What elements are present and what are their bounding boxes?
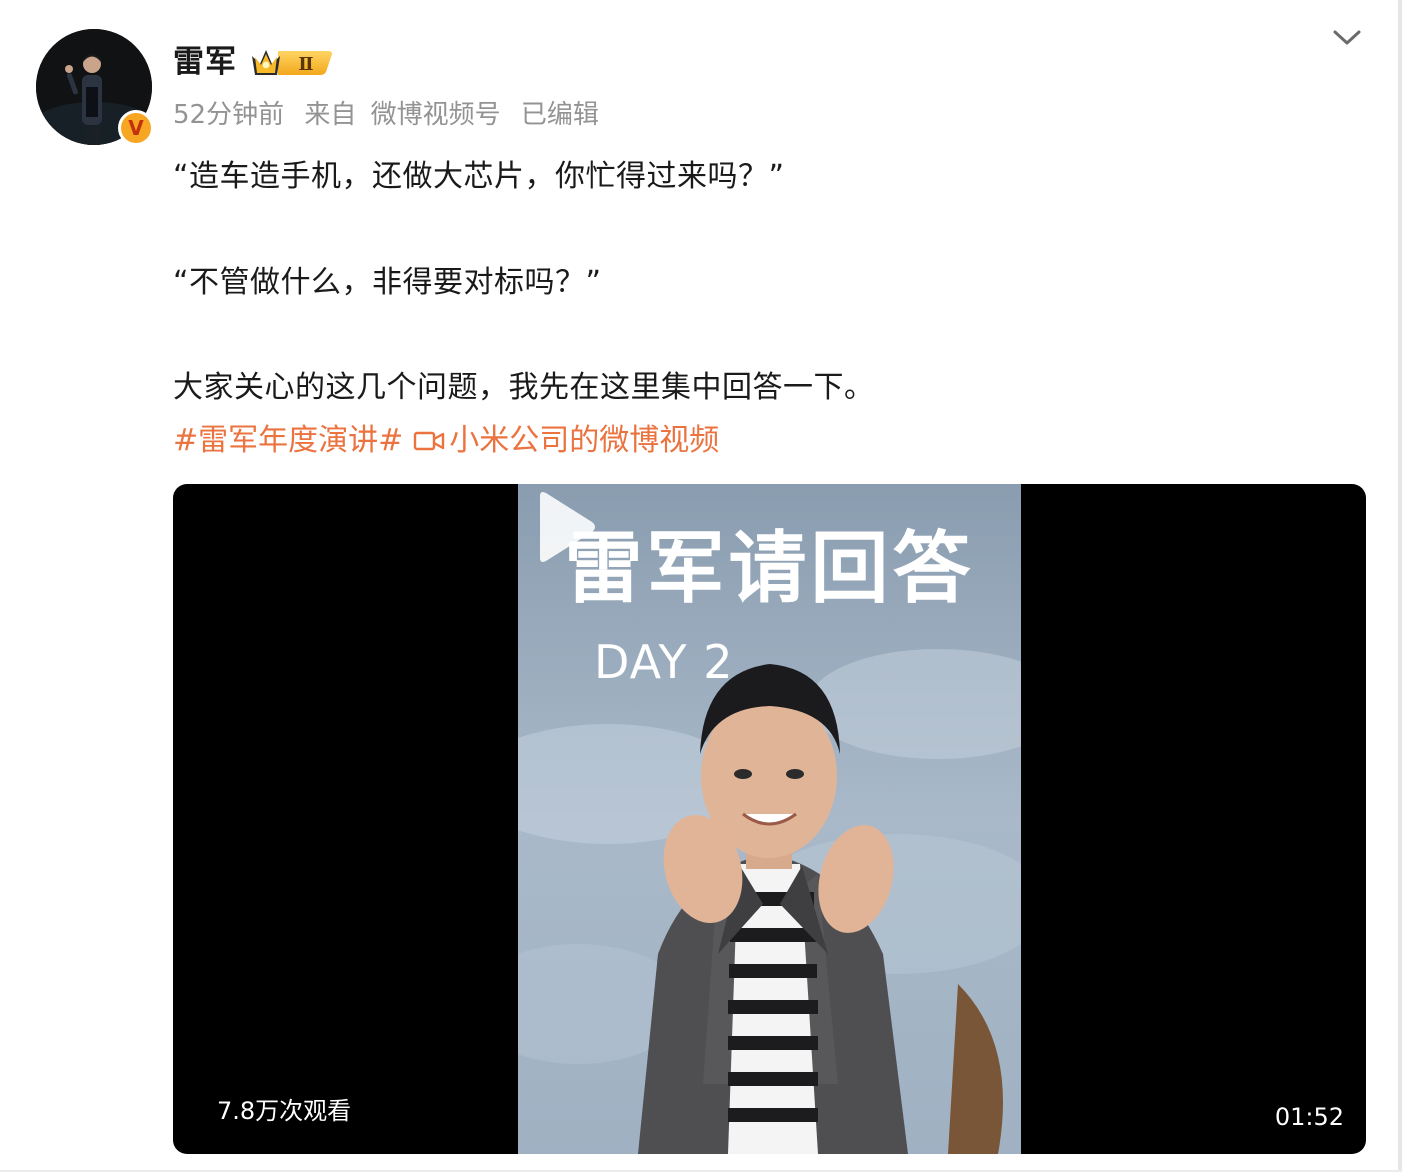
video-camera-icon	[414, 431, 445, 451]
post-text-line-1: “造车造手机，还做大芯片，你忙得过来吗？”	[173, 159, 785, 194]
post-text-line-2: “不管做什么，非得要对标吗？”	[173, 265, 602, 300]
video-player[interactable]: 雷军请回答 DAY 2 7.8万次观看 01:52	[173, 484, 1366, 1154]
post-text-line-3: 大家关心的这几个问题，我先在这里集中回答一下。	[173, 370, 875, 405]
scrollbar-track	[1398, 0, 1402, 1172]
weibo-post-card: V 雷军 Ⅱ 52分钟前 来自 微博视频号 已编辑 “造车造手机，还做大芯片，你…	[0, 0, 1402, 1172]
post-meta: 52分钟前 来自 微博视频号 已编辑	[173, 96, 611, 134]
video-thumbnail: 雷军请回答 DAY 2	[518, 484, 1021, 1154]
source-prefix: 来自	[304, 100, 357, 130]
video-source-link[interactable]: 小米公司的微博视频	[449, 420, 719, 462]
chevron-down-icon[interactable]	[1328, 24, 1366, 52]
video-duration: 01:52	[1274, 1103, 1344, 1131]
play-icon[interactable]	[518, 484, 604, 570]
hashtag-link[interactable]: #雷军年度演讲#	[173, 420, 403, 462]
author-name[interactable]: 雷军	[173, 42, 237, 82]
view-count: 7.8万次观看	[217, 1097, 352, 1125]
level-text: Ⅱ	[298, 54, 313, 75]
post-time[interactable]: 52分钟前	[173, 100, 284, 130]
crown-level-icon[interactable]: Ⅱ	[248, 44, 334, 80]
edited-label[interactable]: 已编辑	[521, 100, 599, 130]
post-source[interactable]: 微博视频号	[371, 100, 501, 130]
post-links: #雷军年度演讲# 小米公司的微博视频	[173, 420, 719, 462]
video-overlay-day: DAY 2	[594, 635, 734, 689]
verified-v-icon: V	[118, 110, 154, 146]
